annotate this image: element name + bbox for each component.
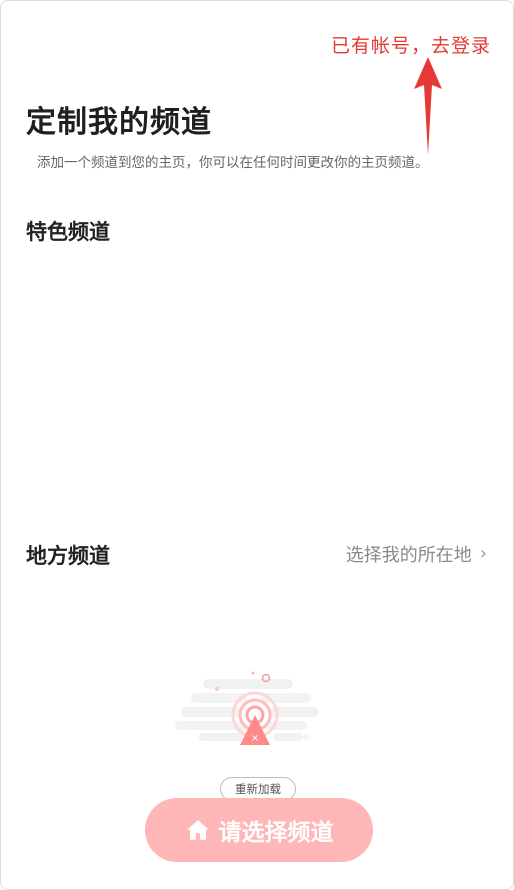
- choose-channel-button[interactable]: 请选择频道: [145, 798, 373, 862]
- page-subtitle: 添加一个频道到您的主页，你可以在任何时间更改你的主页频道。: [37, 155, 429, 171]
- app-window: 已有帐号，去登录 定制我的频道 添加一个频道到您的主页，你可以在任何时间更改你的…: [0, 0, 514, 890]
- chevron-right-icon: ›: [479, 543, 487, 564]
- select-location-link[interactable]: 选择我的所在地 ›: [346, 541, 487, 567]
- signal-error-icon: ×: [175, 671, 319, 745]
- choose-channel-label: 请选择频道: [218, 820, 334, 846]
- page-title: 定制我的频道: [26, 105, 212, 140]
- svg-text:×: ×: [251, 733, 259, 744]
- home-icon: [186, 820, 209, 840]
- arrow-up-icon: [414, 57, 442, 155]
- featured-channels-title: 特色频道: [26, 220, 110, 244]
- local-channels-title: 地方频道: [26, 544, 110, 568]
- login-link[interactable]: 已有帐号，去登录: [331, 31, 491, 58]
- select-location-label: 选择我的所在地: [345, 545, 472, 566]
